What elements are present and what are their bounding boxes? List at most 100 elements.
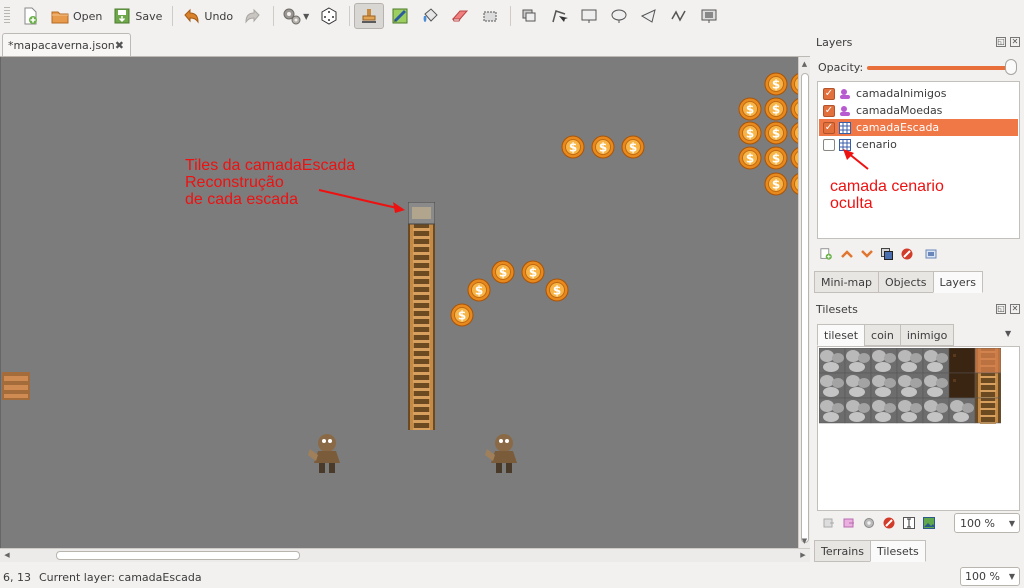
tileset-view[interactable] <box>817 346 1020 511</box>
tab-tilesets[interactable]: Tilesets <box>869 540 926 562</box>
undo-button[interactable]: Undo <box>177 3 237 29</box>
rectangle-select-button[interactable] <box>476 3 504 29</box>
save-icon <box>112 6 132 26</box>
duplicate-layer-icon[interactable] <box>880 247 894 261</box>
coin-sprite: $ <box>521 260 545 284</box>
scroll-left-icon[interactable]: ◀ <box>0 549 14 562</box>
bucket-fill-button[interactable] <box>416 3 444 29</box>
toolbar-separator <box>510 6 512 26</box>
annotation-layer: camada cenario oculta <box>830 178 944 212</box>
commands-button[interactable]: ▼ <box>278 3 313 29</box>
toolbar-grip[interactable] <box>4 7 10 25</box>
layer-visibility-checkbox[interactable]: ✓ <box>823 87 835 100</box>
svg-text:$: $ <box>599 141 607 155</box>
tileset-toolbar <box>822 514 936 532</box>
annotation-arrow <box>318 189 405 213</box>
insert-polygon-button[interactable] <box>635 3 663 29</box>
redo-icon <box>243 6 263 26</box>
document-tab-title: *mapacaverna.json <box>8 38 115 52</box>
coin-sprite: $ <box>738 146 762 170</box>
insert-tile-icon <box>699 6 719 26</box>
scrollbar-thumb[interactable] <box>56 551 300 560</box>
chevron-down-icon[interactable]: ▼ <box>1005 329 1011 338</box>
edit-polygons-button[interactable] <box>545 3 573 29</box>
tab-layers[interactable]: Layers <box>932 271 983 293</box>
float-panel-icon[interactable]: ◱ <box>996 304 1006 314</box>
close-icon[interactable]: ✕ <box>1010 304 1020 314</box>
tile-layer-icon <box>839 121 851 134</box>
import-tileset-icon[interactable] <box>842 516 856 530</box>
terrain-brush-button[interactable] <box>386 3 414 29</box>
select-objects-button[interactable] <box>515 3 543 29</box>
toolbar-separator <box>172 6 174 26</box>
eraser-button[interactable] <box>446 3 474 29</box>
new-file-icon <box>20 6 40 26</box>
layer-row-camadamoedas[interactable]: ✓ camadaMoedas <box>819 102 1018 119</box>
layer-row-camadaescada[interactable]: ✓ camadaEscada <box>819 119 1018 136</box>
vertical-scrollbar[interactable]: ▲ ▼ <box>798 57 810 548</box>
coin-sprite: $ <box>764 72 788 96</box>
insert-polyline-button[interactable] <box>665 3 693 29</box>
layer-visibility-checkbox[interactable] <box>823 138 835 151</box>
redo-button[interactable] <box>239 3 267 29</box>
scrollbar-thumb[interactable] <box>801 73 809 543</box>
map-zoom-select[interactable]: 100 % ▼ <box>960 567 1020 586</box>
coin-sprite: $ <box>790 98 798 120</box>
annotation-line: oculta <box>830 195 873 212</box>
tab-mini-map[interactable]: Mini-map <box>814 271 879 293</box>
raise-layer-icon[interactable] <box>840 247 854 261</box>
layer-visibility-checkbox[interactable]: ✓ <box>823 121 835 134</box>
image-icon[interactable] <box>922 516 936 530</box>
eraser-icon <box>450 6 470 26</box>
horizontal-scrollbar[interactable]: ◀ ▶ <box>0 548 810 562</box>
layer-visibility-checkbox[interactable]: ✓ <box>823 104 835 117</box>
coin-sprite: $ <box>545 278 569 302</box>
insert-rectangle-button[interactable] <box>575 3 603 29</box>
insert-tile-button[interactable] <box>695 3 723 29</box>
layers-dock-tabs: Mini-map Objects Layers <box>814 271 983 293</box>
edit-polygons-icon <box>549 6 569 26</box>
opacity-label: Opacity: <box>818 61 864 74</box>
tileset-tiles[interactable] <box>819 348 1001 424</box>
select-objects-icon <box>519 6 539 26</box>
gears-icon <box>282 6 302 26</box>
save-button[interactable]: Save <box>108 3 166 29</box>
scroll-right-icon[interactable]: ▶ <box>796 549 810 562</box>
close-icon[interactable]: ✕ <box>1010 37 1020 47</box>
insert-ellipse-button[interactable] <box>605 3 633 29</box>
scroll-up-icon[interactable]: ▲ <box>799 57 810 71</box>
tab-inimigo[interactable]: inimigo <box>899 324 955 346</box>
toolbar-separator <box>273 6 275 26</box>
layer-row-camadainimigos[interactable]: ✓ camadaInimigos <box>819 85 1018 102</box>
current-layer-label: Current layer: camadaEscada <box>39 570 202 584</box>
float-panel-icon[interactable]: ◱ <box>996 37 1006 47</box>
new-button[interactable] <box>16 3 44 29</box>
tab-coin[interactable]: coin <box>864 324 901 346</box>
close-icon[interactable]: ✖ <box>115 39 124 52</box>
opacity-slider[interactable] <box>867 66 1017 70</box>
delete-tileset-icon[interactable] <box>882 516 896 530</box>
stamp-brush-button[interactable] <box>354 3 385 29</box>
lower-layer-icon[interactable] <box>860 247 874 261</box>
svg-text:$: $ <box>499 266 507 280</box>
document-tab[interactable]: *mapacaverna.json ✖ <box>2 33 131 56</box>
random-mode-button[interactable] <box>315 3 343 29</box>
add-layer-icon[interactable] <box>820 247 834 261</box>
insert-polygon-icon <box>639 6 659 26</box>
chevron-down-icon: ▼ <box>1008 518 1015 528</box>
text-icon[interactable] <box>902 516 916 530</box>
map-canvas[interactable]: $$$$$$$$$$$$$$$$$$$$$ Tiles da camadaEsc… <box>0 57 798 548</box>
delete-layer-icon[interactable] <box>900 247 914 261</box>
svg-text:$: $ <box>772 103 780 117</box>
open-button[interactable]: Open <box>46 3 106 29</box>
opacity-slider-handle[interactable] <box>1005 59 1017 75</box>
tileset-zoom-select[interactable]: 100 % ▼ <box>954 513 1020 533</box>
new-tileset-icon[interactable] <box>822 516 836 530</box>
tab-tileset[interactable]: tileset <box>817 324 866 346</box>
tab-objects[interactable]: Objects <box>877 271 934 293</box>
svg-text:$: $ <box>458 309 466 323</box>
layer-properties-icon[interactable] <box>924 247 938 261</box>
tab-terrains[interactable]: Terrains <box>814 540 871 562</box>
scroll-down-icon[interactable]: ▼ <box>799 534 810 548</box>
tileset-properties-icon[interactable] <box>862 516 876 530</box>
